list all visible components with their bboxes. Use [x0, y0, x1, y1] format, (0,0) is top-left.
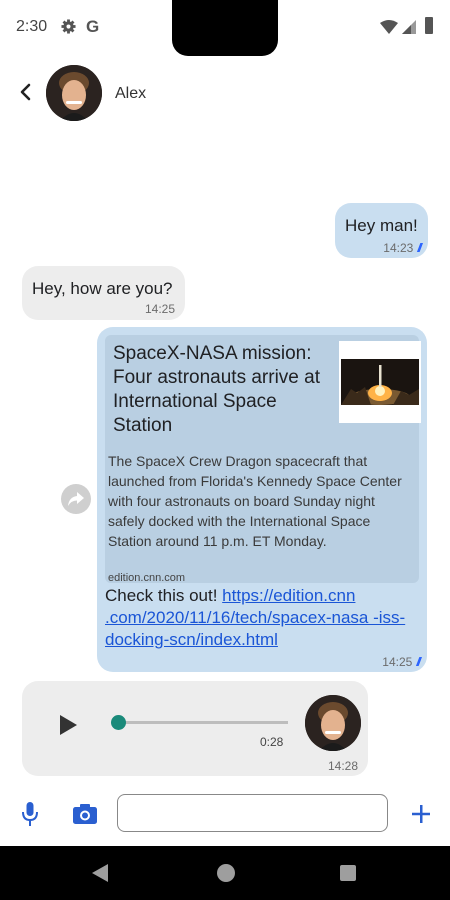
- message-time: 14:25: [382, 655, 413, 669]
- google-icon: G: [86, 17, 100, 36]
- gear-icon: [61, 19, 76, 34]
- message-text: Hey man!: [345, 216, 418, 235]
- link-preview-domain: edition.cnn.com: [108, 572, 186, 584]
- message-meta: 14:23//: [383, 241, 421, 255]
- nav-back-icon[interactable]: [92, 864, 108, 882]
- link-preview-description: The SpaceX Crew Dragon spacecraft that l…: [108, 453, 402, 549]
- microphone-icon[interactable]: [22, 802, 38, 826]
- signal-icon: [402, 20, 416, 34]
- chevron-left-icon[interactable]: [14, 78, 38, 106]
- wifi-icon: [380, 20, 398, 34]
- message-bubble-outgoing-link[interactable]: SpaceX-NASA mission: Four astronauts arr…: [97, 327, 427, 672]
- message-bubble-incoming[interactable]: Hey, how are you? 14:25: [22, 266, 185, 320]
- link-preview-title: SpaceX-NASA mission: Four astronauts arr…: [113, 343, 320, 436]
- delivered-ticks-icon: //: [417, 241, 421, 255]
- audio-progress-track[interactable]: [118, 721, 288, 724]
- message-text: Hey, how are you?: [32, 279, 173, 298]
- share-icon[interactable]: [61, 484, 91, 514]
- audio-progress-handle[interactable]: [111, 715, 126, 730]
- camera-notch: [172, 0, 278, 56]
- system-nav-bar: [0, 846, 450, 900]
- sender-avatar: [305, 695, 361, 751]
- message-meta: 14:25//: [382, 655, 420, 669]
- nav-home-icon[interactable]: [217, 864, 235, 882]
- status-bar: 2:30 G: [0, 0, 450, 56]
- link-preview-card[interactable]: SpaceX-NASA mission: Four astronauts arr…: [105, 335, 421, 584]
- nav-recents-icon[interactable]: [340, 865, 356, 881]
- play-icon[interactable]: [58, 714, 78, 736]
- conversation-header: Alex: [0, 56, 450, 132]
- message-time: 14:23: [383, 241, 414, 255]
- message-time: 14:28: [327, 759, 358, 773]
- contact-avatar[interactable]: [46, 65, 102, 121]
- plus-icon[interactable]: [410, 803, 432, 825]
- battery-icon: [425, 17, 433, 34]
- status-time: 2:30: [16, 18, 48, 35]
- message-input[interactable]: [117, 794, 388, 832]
- link-preview-thumbnail: [339, 341, 421, 423]
- delivered-ticks-icon: //: [416, 655, 420, 669]
- audio-duration: 0:28: [260, 735, 284, 749]
- message-text-prefix: Check this out!: [105, 586, 223, 605]
- message-time: 14:25: [144, 302, 175, 316]
- camera-icon[interactable]: [73, 804, 97, 824]
- contact-name[interactable]: Alex: [115, 85, 146, 103]
- audio-message-bubble: 0:28 14:28: [22, 681, 368, 776]
- message-text: Check this out! https://edition.cnn .com…: [105, 585, 411, 651]
- message-bubble-outgoing[interactable]: Hey man! 14:23//: [335, 203, 428, 258]
